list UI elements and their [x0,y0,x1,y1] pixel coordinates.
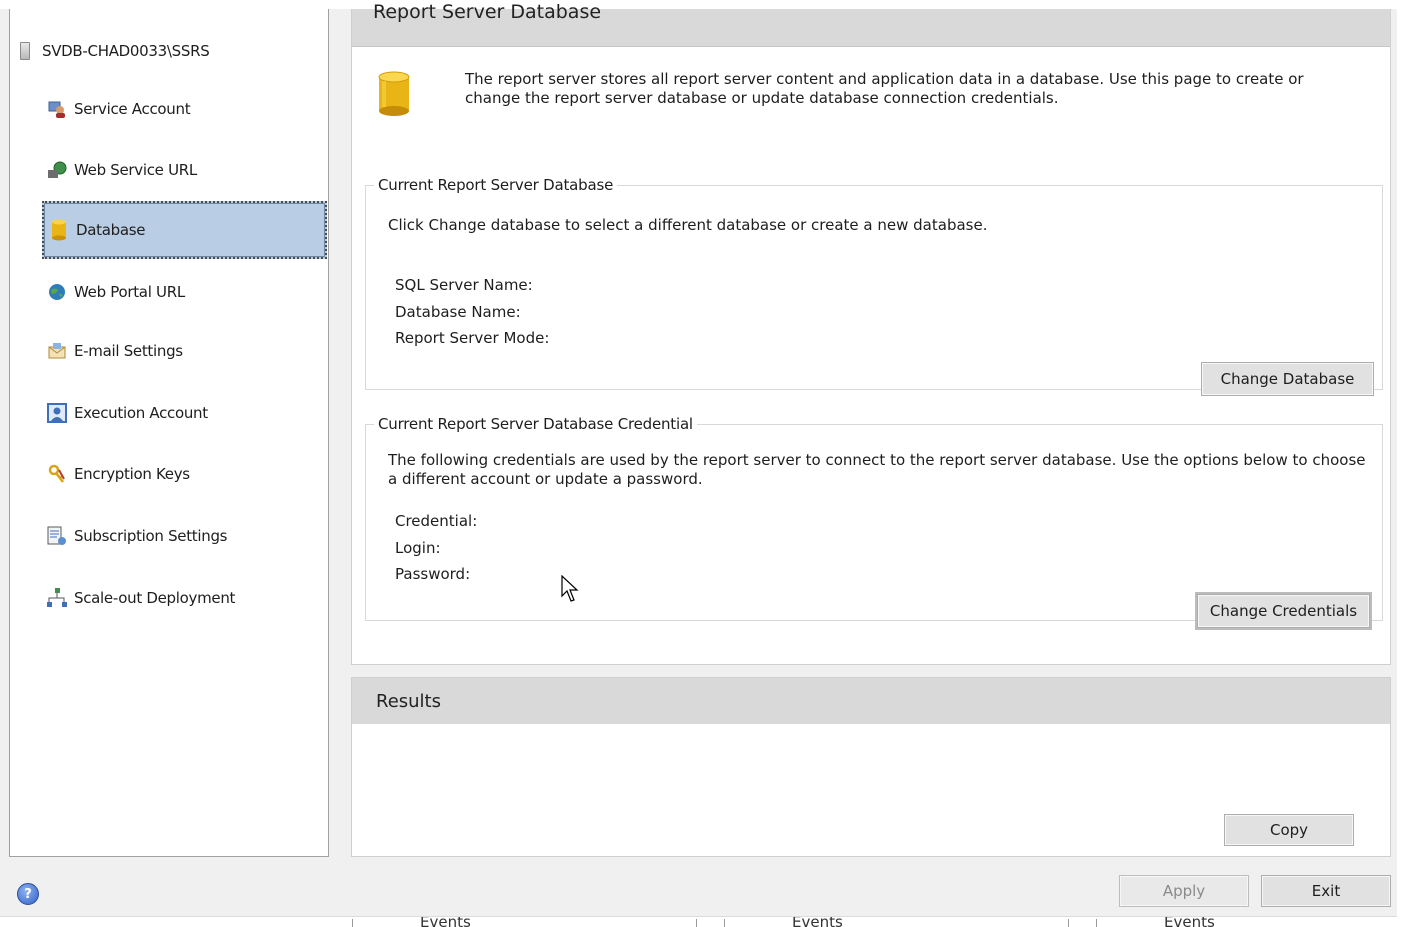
sidebar-item-email-settings[interactable]: E-mail Settings [42,322,327,380]
service-account-icon [46,98,68,120]
globe-icon [46,281,68,303]
results-header: Results [352,678,1390,724]
page-title: Report Server Database [373,1,602,23]
sidebar-item-web-portal-url[interactable]: Web Portal URL [42,263,327,321]
exit-button[interactable]: Exit [1261,875,1391,907]
credential-description: The following credentials are used by th… [388,451,1366,488]
server-node[interactable]: SVDB-CHAD0033\SSRS [20,39,210,63]
scale-out-icon [46,587,68,609]
current-database-group: Current Report Server Database Click Cha… [365,176,1383,396]
sidebar: SVDB-CHAD0033\SSRS Service Account Web S… [9,9,329,857]
sidebar-item-service-account[interactable]: Service Account [42,80,327,138]
change-credentials-button[interactable]: Change Credentials [1195,592,1372,630]
server-icon [20,42,30,60]
sidebar-item-encryption-keys[interactable]: Encryption Keys [42,445,327,503]
execution-account-icon [46,402,68,424]
window-right-edge [1397,0,1405,927]
database-large-icon [378,71,410,116]
apply-button[interactable]: Apply [1119,875,1249,907]
copy-button[interactable]: Copy [1224,814,1354,846]
email-icon [46,340,68,362]
subscription-icon [46,525,68,547]
sidebar-item-database[interactable]: Database [42,201,327,259]
panel-header: Report Server Database [352,1,1390,47]
window-top-edge [0,0,1405,9]
divider [696,919,697,927]
sidebar-item-subscription-settings[interactable]: Subscription Settings [42,507,327,565]
events-tab-3[interactable]: Events [1164,917,1215,927]
results-title: Results [376,691,441,712]
current-database-description: Click Change database to select a differ… [388,216,988,234]
intro-text: The report server stores all report serv… [465,70,1304,107]
divider [1068,919,1069,927]
current-database-legend: Current Report Server Database [378,176,614,194]
taskbar-fragment: Events Events Events [0,916,1405,927]
database-name-label: Database Name: [395,303,521,321]
web-service-url-icon [46,159,68,181]
mouse-cursor-icon [561,575,579,602]
keys-icon [46,463,68,485]
login-label: Login: [395,539,441,557]
report-server-mode-label: Report Server Mode: [395,329,550,347]
change-database-button[interactable]: Change Database [1201,362,1374,396]
divider [1096,919,1097,927]
server-name: SVDB-CHAD0033\SSRS [42,42,210,60]
credential-group: Current Report Server Database Credentia… [365,415,1383,630]
sql-server-name-label: SQL Server Name: [395,276,533,294]
password-label: Password: [395,565,471,583]
help-icon[interactable]: ? [17,883,39,905]
results-panel: Results Copy [351,677,1391,857]
sidebar-item-web-service-url[interactable]: Web Service URL [42,141,327,199]
events-tab-2[interactable]: Events [792,917,843,927]
sidebar-item-scale-out-deployment[interactable]: Scale-out Deployment [42,569,327,627]
divider [724,919,725,927]
database-icon [48,219,70,241]
credential-label: Credential: [395,512,478,530]
sidebar-item-execution-account[interactable]: Execution Account [42,384,327,442]
credential-legend: Current Report Server Database Credentia… [378,415,693,433]
divider [352,919,353,927]
events-tab-1[interactable]: Events [420,917,471,927]
database-panel: Report Server Database The report server… [351,1,1391,665]
